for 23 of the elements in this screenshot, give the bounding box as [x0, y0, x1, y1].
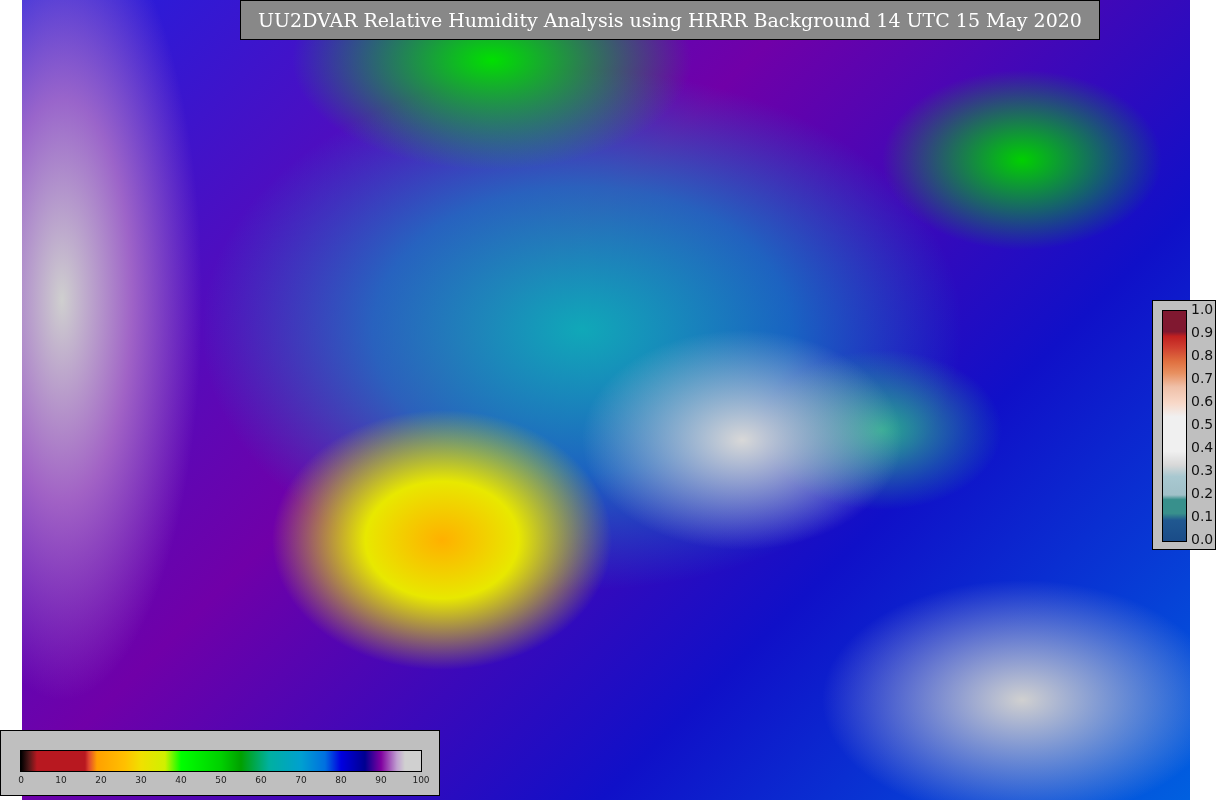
tick-label: 40 — [175, 775, 187, 785]
tick-label: 0 — [18, 775, 24, 785]
chart-title: UU2DVAR Relative Humidity Analysis using HRRR Background 14 UTC 15 May 2020 — [240, 0, 1100, 40]
tick-label: 0.6 — [1191, 393, 1214, 409]
tick-label: 70 — [295, 775, 307, 785]
tick-label: 1.0 — [1191, 301, 1214, 317]
tick-label: 0.8 — [1191, 347, 1214, 363]
tick-label: 0.2 — [1191, 485, 1214, 501]
tick-label: 0.4 — [1191, 439, 1214, 455]
tick-label: 0.3 — [1191, 462, 1214, 478]
tick-label: 80 — [335, 775, 347, 785]
tick-label: 0.0 — [1191, 531, 1214, 547]
tick-label: 30 — [135, 775, 147, 785]
tick-label: 0.9 — [1191, 324, 1214, 340]
tick-label: 20 — [95, 775, 107, 785]
tick-label: 90 — [375, 775, 387, 785]
tick-label: 0.7 — [1191, 370, 1214, 386]
tick-label: 50 — [215, 775, 227, 785]
tick-label: 60 — [255, 775, 267, 785]
tick-label: 100 — [412, 775, 430, 785]
tick-label: 0.5 — [1191, 416, 1214, 432]
tick-label: 10 — [55, 775, 67, 785]
tick-label: 0.1 — [1191, 508, 1214, 524]
